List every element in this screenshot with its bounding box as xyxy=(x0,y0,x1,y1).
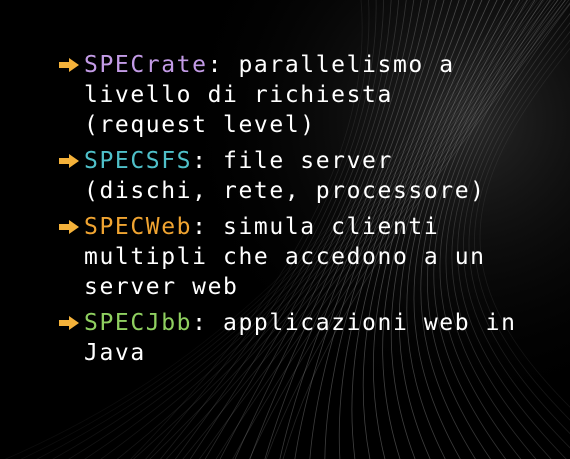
slide: SPECrate: parallelismo a livello di richi… xyxy=(0,0,570,459)
bullet-continuation-line: server web xyxy=(84,274,239,300)
bullet-continuation-line: multipli che accedono a un xyxy=(84,244,486,270)
arrow-right-icon xyxy=(59,316,79,330)
bullet-description: : applicazioni web in xyxy=(192,310,517,336)
arrow-right-icon xyxy=(59,154,79,168)
bullet-first-line: SPECJbb: applicazioni web in xyxy=(84,308,558,338)
spec-benchmark-name: SPECWeb xyxy=(84,214,193,240)
bullet-description: : simula clienti xyxy=(192,214,440,240)
bullet-continuation-line: Java xyxy=(84,340,146,366)
bullet-item: SPECWeb: simula clienti multipli che acce… xyxy=(58,212,558,302)
spec-benchmark-name: SPECJbb xyxy=(84,310,193,336)
bullet-first-line: SPECWeb: simula clienti xyxy=(84,212,558,242)
bullet-description: : parallelismo a xyxy=(207,52,455,78)
spec-benchmark-name: SPECSFS xyxy=(84,148,193,174)
bullet-item: SPECrate: parallelismo a livello di richi… xyxy=(58,50,558,140)
bullet-list: SPECrate: parallelismo a livello di richi… xyxy=(58,50,558,374)
bullet-first-line: SPECrate: parallelismo a xyxy=(84,50,558,80)
bullet-first-line: SPECSFS: file server xyxy=(84,146,558,176)
bullet-continuation-line: (request level) xyxy=(84,112,316,138)
bullet-continuation-line: (dischi, rete, processore) xyxy=(84,178,486,204)
bullet-item: SPECSFS: file server (dischi, rete, proce… xyxy=(58,146,558,206)
bullet-continuation-line: livello di richiesta xyxy=(84,82,393,108)
spec-benchmark-name: SPECrate xyxy=(84,52,208,78)
arrow-right-icon xyxy=(59,220,79,234)
bullet-item: SPECJbb: applicazioni web in Java xyxy=(58,308,558,368)
arrow-right-icon xyxy=(59,58,79,72)
bullet-description: : file server xyxy=(192,148,393,174)
